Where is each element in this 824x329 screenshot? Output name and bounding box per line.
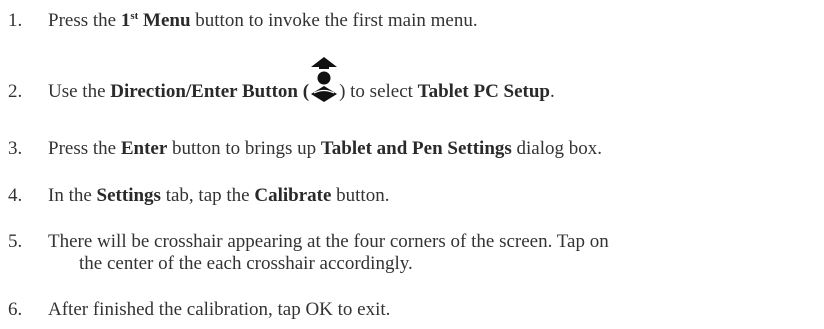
step-text-continuation: the center of the each crosshair accordi… (79, 253, 413, 274)
step-number: 6. (8, 299, 23, 320)
text-run: Press the (48, 138, 121, 159)
button-name: Direction/Enter Button ( (110, 81, 310, 102)
text-run: button to invoke the first main menu. (190, 10, 478, 31)
step-text: Use the Direction/Enter Button ( ) to se… (48, 56, 555, 104)
step-number: 2. (8, 81, 23, 102)
step-text: Press the Enter button to brings up Tabl… (48, 138, 602, 160)
button-name: Enter (120, 138, 168, 159)
step-text: There will be crosshair appearing at the… (48, 231, 609, 252)
tab-name: Settings (96, 185, 161, 206)
step-text: In the Settings tab, tap the Calibrate b… (48, 185, 389, 207)
text-run: Use the (48, 81, 111, 102)
step-number: 5. (8, 231, 23, 252)
step-number: 1. (8, 10, 23, 31)
menu-item-name: Tablet PC Setup (417, 81, 550, 102)
text-run: dialog box. (511, 138, 603, 159)
menu-label: 1st Menu (121, 10, 191, 31)
menu-word: Menu (138, 10, 191, 31)
text-run: button to brings up (167, 138, 321, 159)
step-number: 3. (8, 138, 23, 159)
text-run: ) to select (339, 81, 418, 102)
step-text: After finished the calibration, tap OK t… (48, 299, 391, 320)
text-run: tab, tap the (160, 185, 255, 206)
button-name: Calibrate (254, 185, 332, 206)
text-run: In the (48, 185, 97, 206)
ordinal-number: 1 (120, 10, 131, 31)
text-run: button. (331, 185, 390, 206)
text-run: . (550, 81, 555, 102)
step-number: 4. (8, 185, 23, 206)
text-run: Press the (48, 10, 121, 31)
dialog-name: Tablet and Pen Settings (320, 138, 512, 159)
step-text: Press the 1st Menu button to invoke the … (48, 10, 478, 32)
direction-enter-icon (309, 56, 339, 104)
